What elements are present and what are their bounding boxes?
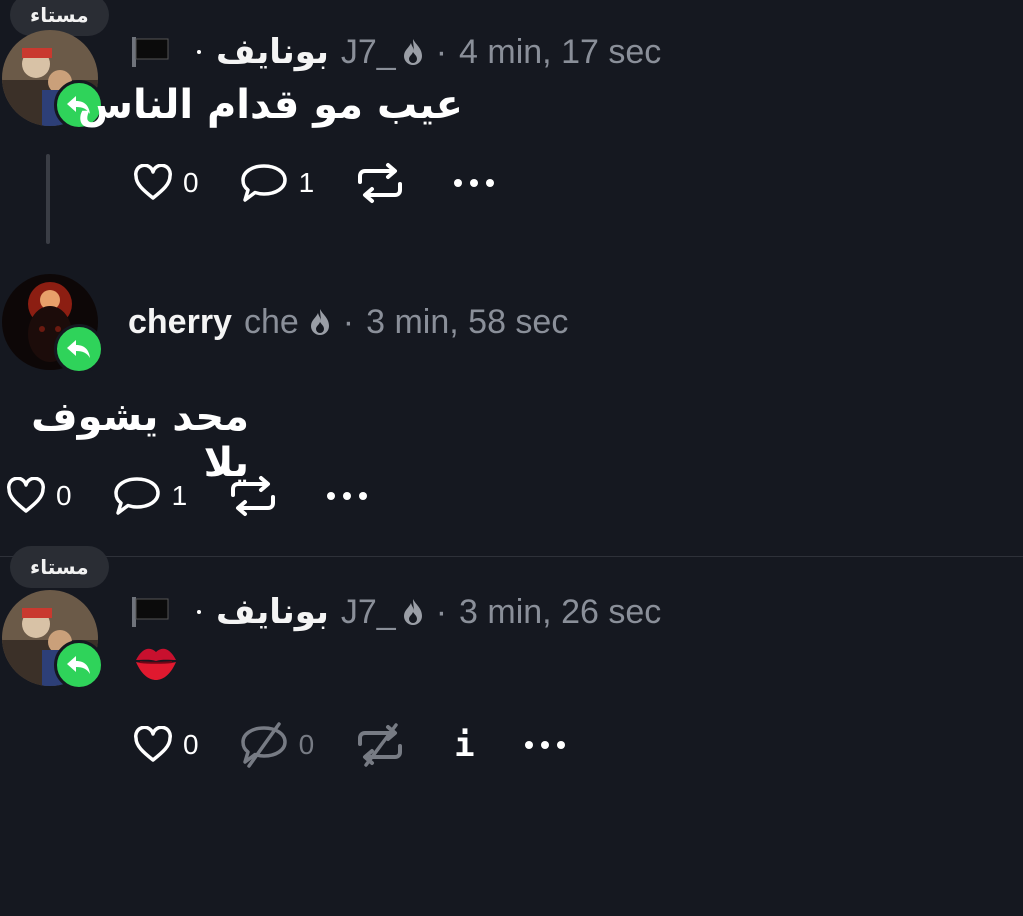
reply-count: 1 — [171, 480, 188, 511]
heart-icon — [7, 477, 45, 513]
like-button[interactable]: 0 — [133, 164, 199, 202]
comment-icon — [113, 477, 160, 515]
more-options-button[interactable] — [450, 179, 498, 187]
reply-disabled-button[interactable]: 0 — [239, 722, 315, 768]
author-name[interactable]: cherry — [128, 303, 232, 342]
repost-disabled-icon — [358, 723, 403, 767]
post-time: 3 min, 26 sec — [459, 592, 662, 631]
kiss-emoji: 💋 — [132, 640, 180, 689]
reply-badge-icon — [54, 324, 104, 374]
crescent-icon — [184, 601, 206, 623]
author-name[interactable]: بونايف — [216, 592, 329, 632]
like-count: 0 — [183, 729, 199, 760]
thread-line — [46, 154, 50, 244]
flame-icon — [402, 598, 424, 626]
crescent-icon — [184, 41, 206, 63]
reply-count: 1 — [298, 167, 315, 198]
reply-button[interactable]: 1 — [112, 475, 188, 517]
post-actions: 0 0 i — [133, 722, 609, 768]
time-separator: · — [435, 32, 448, 71]
post-time: 3 min, 58 sec — [366, 302, 569, 341]
repost-disabled-button[interactable] — [354, 722, 406, 768]
post-text: عيب مو قدام الناس — [77, 82, 463, 128]
repost-icon — [358, 163, 403, 203]
like-button[interactable]: 0 — [6, 477, 72, 515]
reply-count: 0 — [298, 729, 315, 760]
avatar[interactable] — [2, 590, 104, 690]
comment-icon — [240, 164, 287, 202]
post-divider — [0, 556, 1023, 557]
heart-icon — [134, 164, 172, 200]
avatar[interactable] — [2, 274, 104, 374]
time-separator: · — [342, 302, 355, 341]
post-text: محد يشوف يلا — [31, 394, 249, 486]
flag-icon — [130, 595, 170, 629]
info-icon: i — [454, 725, 475, 765]
post-actions: 0 1 — [133, 162, 538, 204]
like-count: 0 — [56, 480, 72, 511]
flame-icon — [309, 308, 331, 336]
post-time: 4 min, 17 sec — [459, 32, 662, 71]
repost-button[interactable] — [227, 475, 279, 517]
author-handle[interactable]: J7_ — [341, 33, 396, 72]
mood-chip: مستاء — [10, 546, 109, 588]
repost-icon — [231, 476, 276, 516]
post-header: cherry che · 3 min, 58 sec — [128, 302, 568, 342]
author-name[interactable]: بونايف — [216, 32, 329, 72]
more-options-button[interactable] — [323, 492, 371, 500]
post-actions: 0 1 — [6, 475, 411, 517]
post-header: بونايف J7_ · 3 min, 26 sec — [130, 592, 661, 632]
more-options-button[interactable] — [521, 741, 569, 749]
repost-button[interactable] — [354, 162, 406, 204]
author-handle[interactable]: che — [244, 303, 299, 342]
info-button[interactable]: i — [454, 725, 474, 765]
time-separator: · — [435, 592, 448, 631]
comment-disabled-icon — [240, 722, 287, 768]
flame-icon — [402, 38, 424, 66]
flag-icon — [130, 35, 170, 69]
like-button[interactable]: 0 — [133, 726, 199, 764]
like-count: 0 — [183, 167, 199, 198]
author-handle[interactable]: J7_ — [341, 593, 396, 632]
post-header: بونايف J7_ · 4 min, 17 sec — [130, 32, 661, 72]
reply-badge-icon — [54, 640, 104, 690]
reply-button[interactable]: 1 — [239, 162, 315, 204]
heart-icon — [134, 726, 172, 762]
